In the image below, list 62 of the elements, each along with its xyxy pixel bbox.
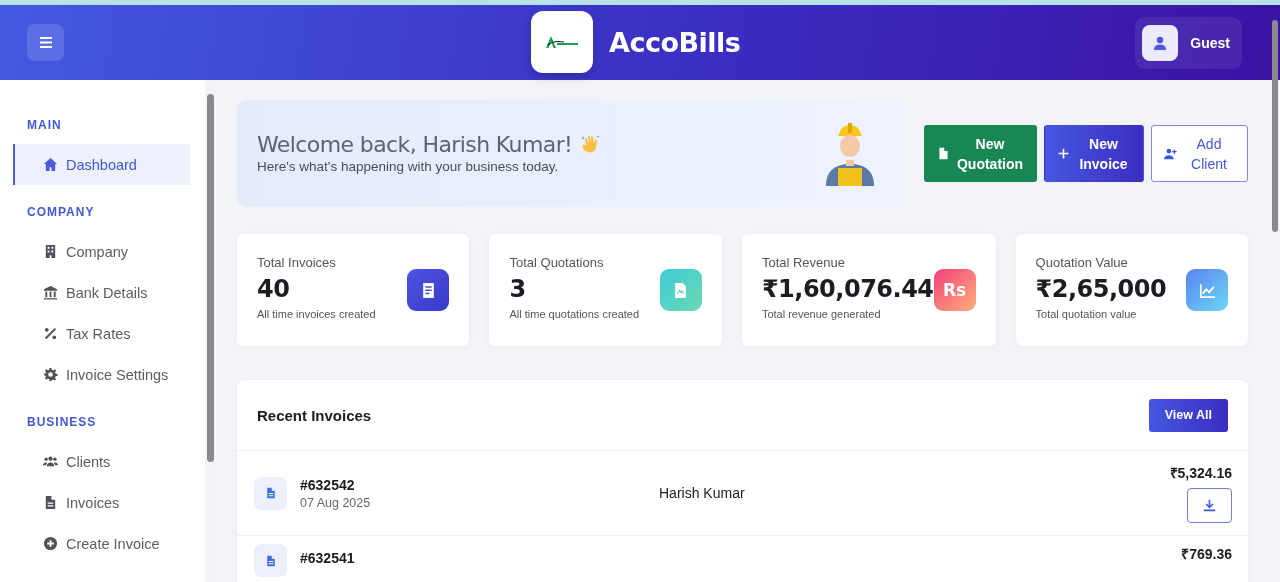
stat-value: 3 — [509, 275, 527, 303]
document-icon — [264, 487, 277, 499]
nav-item[interactable]: Invoice Settings — [13, 354, 190, 395]
section-title: Recent Invoices — [257, 406, 372, 424]
stat-label: Total Revenue — [761, 255, 847, 270]
invoice-date: 07 Aug 2025 — [300, 495, 371, 510]
nav-item[interactable]: Clients — [13, 441, 190, 482]
document-icon — [43, 495, 58, 510]
download-button[interactable] — [1187, 488, 1232, 523]
settings-icon — [43, 367, 58, 382]
stat-caption: All time invoices created — [257, 308, 376, 320]
stat-label: Quotation Value — [1035, 255, 1129, 270]
nav-item[interactable]: Tax Rates — [13, 313, 190, 354]
welcome-heading: Welcome back, Harish Kumar! — [257, 132, 573, 157]
add-client-button[interactable]: Add Client — [1151, 125, 1248, 182]
add-user-icon — [1164, 147, 1177, 160]
nav-section-heading: MAIN — [27, 118, 63, 132]
user-icon — [1152, 34, 1169, 51]
invoice-amount: ₹5,324.16 — [1169, 464, 1232, 482]
nav-section-heading: COMPANY — [27, 205, 96, 219]
rupee-badge: Rs — [933, 269, 976, 311]
building-icon — [43, 244, 58, 259]
action-button[interactable]: New Invoice — [1044, 125, 1144, 182]
menu-button[interactable] — [27, 24, 64, 61]
document-icon — [264, 554, 277, 567]
user-menu-button[interactable]: Guest — [1135, 16, 1242, 69]
menu-icon — [39, 37, 52, 48]
plus-icon — [1057, 147, 1070, 160]
stat-label: Total Invoices — [257, 255, 337, 270]
app-title: AccoBills — [609, 26, 741, 58]
stat-caption: Total revenue generated — [761, 308, 882, 320]
nav-item[interactable]: Bank Details — [13, 272, 190, 313]
nav-item[interactable]: Create Invoice — [13, 523, 190, 564]
nav-item[interactable]: Invoices — [13, 482, 190, 523]
stat-label: Total Quotations — [509, 255, 605, 270]
stat-caption: Total quotation value — [1035, 308, 1138, 320]
percent-icon — [43, 326, 58, 341]
stat-value: ₹1,60,076.44 — [761, 275, 934, 303]
welcome-subtitle: Here's what's happening with your business today. — [257, 159, 560, 174]
line-chart-icon — [1198, 281, 1216, 299]
users-icon — [43, 454, 58, 469]
logo-icon — [545, 35, 579, 49]
page-scrollbar-thumb[interactable] — [1272, 20, 1278, 232]
bank-icon — [43, 285, 58, 300]
worker-illustration — [824, 120, 876, 186]
client-name: Harish Kumar — [659, 485, 745, 501]
stat-caption: All time quotations created — [509, 308, 640, 320]
action-button[interactable]: New Quotation — [924, 125, 1037, 182]
home-icon — [43, 157, 58, 172]
sidebar-scrollbar-thumb[interactable] — [206, 94, 214, 462]
invoice-number[interactable]: #632542 — [300, 476, 371, 493]
stat-value: 40 — [257, 275, 291, 303]
stat-value: ₹2,65,000 — [1035, 275, 1167, 303]
plus-circle-icon — [43, 536, 58, 551]
invoice-number[interactable]: #632541 — [300, 550, 355, 566]
document-icon — [937, 147, 950, 160]
nav-item[interactable]: Company — [13, 231, 190, 272]
view-all-button[interactable]: View All — [1148, 398, 1228, 432]
download-icon — [1203, 499, 1216, 512]
nav-item[interactable]: Dashboard — [13, 144, 190, 185]
nav-section-heading: BUSINESS — [27, 415, 98, 429]
invoice-amount: ₹769.36 — [1181, 545, 1232, 563]
